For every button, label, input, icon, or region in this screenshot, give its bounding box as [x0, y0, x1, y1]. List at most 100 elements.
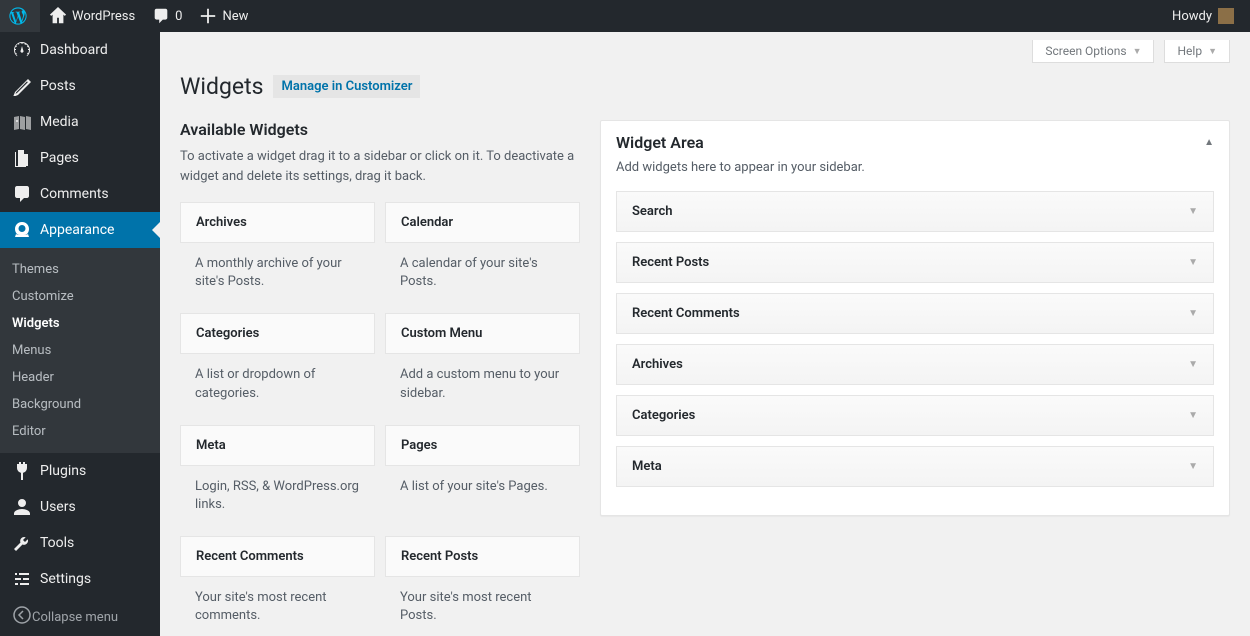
widget-area-header[interactable]: Widget Area ▲ — [616, 133, 1214, 152]
sidebar-item-settings[interactable]: Settings — [0, 561, 160, 597]
site-name-menu[interactable]: WordPress — [40, 0, 143, 32]
submenu-background[interactable]: Background — [0, 391, 160, 418]
sidebar-item-label: Posts — [40, 78, 76, 94]
assigned-widget[interactable]: Search▼ — [616, 191, 1214, 232]
sidebar-item-users[interactable]: Users — [0, 489, 160, 525]
wordpress-logo-icon — [8, 6, 28, 26]
new-content-label: New — [222, 9, 248, 24]
sidebar-item-plugins[interactable]: Plugins — [0, 453, 160, 489]
sidebar-item-tools[interactable]: Tools — [0, 525, 160, 561]
admin-bar-left: WordPress 0 New — [0, 0, 256, 32]
new-content-menu[interactable]: New — [190, 0, 256, 32]
sidebar-item-comments[interactable]: Comments — [0, 176, 160, 212]
widgets-body: Available Widgets To activate a widget d… — [160, 120, 1250, 636]
assigned-widget[interactable]: Meta ▼ — [616, 446, 1214, 487]
collapse-icon — [12, 605, 32, 629]
widget-area: Widget Area ▲ Add widgets here to appear… — [600, 120, 1230, 516]
available-widget: Recent CommentsYour site's most recent c… — [180, 536, 375, 636]
available-widgets-grid: ArchivesA monthly archive of your site's… — [180, 202, 580, 636]
screen-options-tab[interactable]: Screen Options▼ — [1032, 40, 1154, 63]
assigned-widget-label: Categories — [632, 408, 695, 423]
posts-icon — [12, 76, 32, 96]
submenu-widgets[interactable]: Widgets — [0, 310, 160, 337]
comments-count: 0 — [175, 9, 182, 24]
available-widget-title[interactable]: Recent Posts — [385, 536, 580, 577]
assigned-widget-label: Search — [632, 204, 673, 219]
available-widget: CalendarA calendar of your site's Posts. — [385, 202, 580, 303]
sidebar-item-label: Settings — [40, 571, 91, 587]
available-widget: PagesA list of your site's Pages. — [385, 425, 580, 526]
plugins-icon — [12, 461, 32, 481]
assigned-widget-label: Recent Posts — [632, 255, 709, 270]
sidebar-item-pages[interactable]: Pages — [0, 140, 160, 176]
available-widget-desc: Your site's most recent Posts. — [385, 577, 580, 636]
available-widgets-desc: To activate a widget drag it to a sideba… — [180, 147, 580, 186]
settings-icon — [12, 569, 32, 589]
main-content: Screen Options▼ Help▼ Widgets Manage in … — [160, 32, 1250, 636]
available-widget-desc: A monthly archive of your site's Posts. — [180, 243, 375, 303]
available-widgets-column: Available Widgets To activate a widget d… — [180, 120, 580, 636]
widget-area-title: Widget Area — [616, 133, 704, 152]
assigned-widget[interactable]: Categories▼ — [616, 395, 1214, 436]
howdy-label: Howdy — [1172, 9, 1212, 24]
assigned-widget[interactable]: Archives ▼ — [616, 344, 1214, 385]
submenu-menus[interactable]: Menus — [0, 337, 160, 364]
help-tab[interactable]: Help▼ — [1164, 40, 1230, 63]
triangle-down-icon: ▼ — [1208, 46, 1217, 57]
appearance-submenu: Themes Customize Widgets Menus Header Ba… — [0, 248, 160, 453]
sidebar-item-label: Dashboard — [40, 42, 108, 58]
sidebar-item-media[interactable]: Media — [0, 104, 160, 140]
widget-area-desc: Add widgets here to appear in your sideb… — [616, 160, 1214, 175]
sidebar-item-appearance[interactable]: Appearance — [0, 212, 160, 248]
sidebar-item-dashboard[interactable]: Dashboard — [0, 32, 160, 68]
assigned-widget-label: Meta — [632, 459, 662, 474]
home-icon — [48, 6, 68, 26]
submenu-editor[interactable]: Editor — [0, 418, 160, 445]
sidebar-item-label: Pages — [40, 150, 79, 166]
assigned-widget-label: Recent Comments — [632, 306, 740, 321]
comments-menu[interactable]: 0 — [143, 0, 190, 32]
available-widget: MetaLogin, RSS, & WordPress.org links. — [180, 425, 375, 526]
available-widget-desc: A list or dropdown of categories. — [180, 354, 375, 414]
submenu-header[interactable]: Header — [0, 364, 160, 391]
sidebar-item-label: Tools — [40, 535, 74, 551]
wp-logo-menu[interactable] — [0, 0, 40, 32]
assigned-widget-label: Archives — [632, 357, 683, 372]
page-header: Widgets Manage in Customizer — [160, 63, 1250, 120]
collapse-menu[interactable]: Collapse menu — [0, 597, 160, 636]
screen-meta-links: Screen Options▼ Help▼ — [160, 32, 1250, 63]
site-name-label: WordPress — [72, 9, 135, 24]
available-widget-title[interactable]: Categories — [180, 313, 375, 354]
comment-icon — [151, 6, 171, 26]
available-widget-desc: Login, RSS, & WordPress.org links. — [180, 466, 375, 526]
available-widget: Custom MenuAdd a custom menu to your sid… — [385, 313, 580, 414]
assigned-widget[interactable]: Recent Comments▼ — [616, 293, 1214, 334]
sidebar-item-posts[interactable]: Posts — [0, 68, 160, 104]
available-widget-desc: A list of your site's Pages. — [385, 466, 580, 508]
avatar — [1218, 8, 1234, 24]
available-widget-title[interactable]: Calendar — [385, 202, 580, 243]
sidebar-item-label: Comments — [40, 186, 109, 202]
assigned-widget[interactable]: Recent Posts ▼ — [616, 242, 1214, 283]
triangle-down-icon: ▼ — [1188, 257, 1198, 268]
available-widget: CategoriesA list or dropdown of categori… — [180, 313, 375, 414]
my-account-menu[interactable]: Howdy — [1164, 0, 1242, 32]
triangle-down-icon: ▼ — [1188, 461, 1198, 472]
admin-bar: WordPress 0 New Howdy — [0, 0, 1250, 32]
submenu-customize[interactable]: Customize — [0, 283, 160, 310]
sidebar-item-label: Appearance — [40, 222, 114, 238]
available-widget-title[interactable]: Pages — [385, 425, 580, 466]
triangle-down-icon: ▼ — [1188, 359, 1198, 370]
available-widget-title[interactable]: Recent Comments — [180, 536, 375, 577]
media-icon — [12, 112, 32, 132]
available-widget-desc: A calendar of your site's Posts. — [385, 243, 580, 303]
manage-in-customizer-link[interactable]: Manage in Customizer — [273, 75, 420, 98]
available-widget-title[interactable]: Custom Menu — [385, 313, 580, 354]
assigned-widgets-list: Search▼Recent Posts▼Recent Comments▼Arch… — [616, 191, 1214, 487]
submenu-themes[interactable]: Themes — [0, 256, 160, 283]
available-widget-title[interactable]: Archives — [180, 202, 375, 243]
dashboard-icon — [12, 40, 32, 60]
available-widget-title[interactable]: Meta — [180, 425, 375, 466]
sidebar-item-label: Media — [40, 114, 79, 130]
tools-icon — [12, 533, 32, 553]
